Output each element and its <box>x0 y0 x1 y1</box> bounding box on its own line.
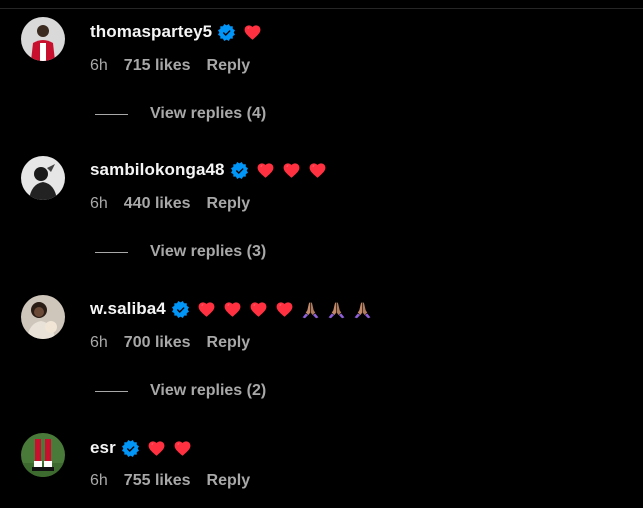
verified-badge-icon <box>230 161 248 179</box>
avatar[interactable] <box>21 156 65 200</box>
red-heart-icon <box>275 300 294 319</box>
avatar[interactable] <box>21 433 65 477</box>
view-replies-button[interactable]: View replies (3) <box>150 243 266 261</box>
comment-text <box>243 23 269 42</box>
view-replies-button[interactable]: View replies (2) <box>150 382 266 400</box>
comment-text <box>147 439 199 458</box>
username[interactable]: w.saliba4 <box>90 299 166 319</box>
folded-hands-icon <box>327 300 346 319</box>
red-heart-icon <box>223 300 242 319</box>
verified-badge-icon <box>218 23 236 41</box>
username[interactable]: thomaspartey5 <box>90 22 212 42</box>
likes-count[interactable]: 755 likes <box>124 472 191 490</box>
red-heart-icon <box>197 300 216 319</box>
comment-text <box>256 161 334 180</box>
comment-time: 6h <box>90 472 108 489</box>
likes-count[interactable]: 715 likes <box>124 57 191 75</box>
username[interactable]: sambilokonga48 <box>90 160 225 180</box>
likes-count[interactable]: 700 likes <box>124 334 191 352</box>
red-heart-icon <box>249 300 268 319</box>
avatar[interactable] <box>21 17 65 61</box>
comment-text <box>197 300 379 319</box>
red-heart-icon <box>256 161 275 180</box>
likes-count[interactable]: 440 likes <box>124 195 191 213</box>
view-replies-button[interactable]: View replies (4) <box>150 105 266 123</box>
red-heart-icon <box>173 439 192 458</box>
replies-divider <box>95 390 128 392</box>
replies-divider <box>95 251 128 253</box>
replies-divider <box>95 113 128 115</box>
reply-button[interactable]: Reply <box>207 195 251 213</box>
red-heart-icon <box>308 161 327 180</box>
reply-button[interactable]: Reply <box>207 472 251 490</box>
folded-hands-icon <box>353 300 372 319</box>
folded-hands-icon <box>301 300 320 319</box>
reply-button[interactable]: Reply <box>207 57 251 75</box>
avatar[interactable] <box>21 295 65 339</box>
username[interactable]: esr <box>90 438 116 458</box>
red-heart-icon <box>282 161 301 180</box>
comment-time: 6h <box>90 57 108 74</box>
red-heart-icon <box>243 23 262 42</box>
verified-badge-icon <box>121 439 139 457</box>
verified-badge-icon <box>171 300 189 318</box>
comment-time: 6h <box>90 334 108 351</box>
red-heart-icon <box>147 439 166 458</box>
comment-time: 6h <box>90 195 108 212</box>
top-divider <box>0 8 643 9</box>
reply-button[interactable]: Reply <box>207 334 251 352</box>
